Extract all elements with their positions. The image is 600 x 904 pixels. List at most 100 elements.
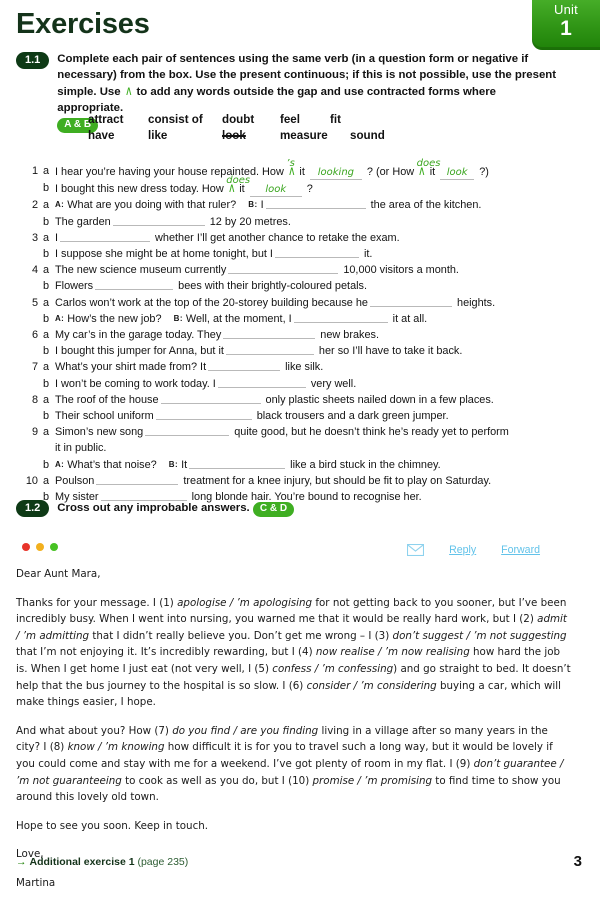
question-letter: a (43, 426, 50, 439)
question-list: 1aI hear you’re having your house repain… (16, 158, 584, 505)
question-text: I bought this jumper for Anna, but it he… (55, 343, 584, 359)
question-text: What’s your shirt made from? It like sil… (55, 359, 584, 375)
answer-gap[interactable] (60, 231, 151, 242)
sentence-text (157, 459, 169, 471)
email-body: Dear Aunt Mara, Thanks for your message.… (16, 566, 572, 892)
maximize-window-icon[interactable] (50, 543, 58, 551)
question-text: A: What’s that noise? B: It like a bird … (55, 457, 584, 473)
email-option-pair[interactable]: know / ’m knowing (68, 741, 165, 753)
question-number: 3 (31, 231, 38, 244)
email-window: Reply Forward Dear Aunt Mara, Thanks for… (16, 532, 578, 904)
sentence-text: What are you doing with that ruler? (67, 199, 237, 212)
sentence-text: quite good, but he doesn’t think he’s re… (231, 426, 509, 439)
answer-gap[interactable] (293, 312, 388, 323)
question-letter: a (43, 199, 50, 212)
email-option-pair[interactable]: confess / ’m confessing (272, 663, 393, 675)
word-item: have (88, 129, 115, 142)
question-letter: b (43, 377, 50, 390)
sentence-text: it in public. (55, 442, 107, 455)
email-window-titlebar: Reply Forward (16, 532, 578, 562)
question-row: 10 a Poulson treatment for a knee injury, … (16, 473, 584, 489)
answer-gap[interactable] (223, 328, 316, 340)
question-row: b The garden 12 by 20 metres. (16, 214, 584, 230)
question-letter: a (43, 329, 50, 342)
email-option-pair[interactable]: now realise / ’m now realising (316, 646, 470, 658)
additional-exercise-link[interactable]: → Additional exercise 1 (page 235) (16, 856, 582, 868)
sentence-text: like silk. (282, 361, 324, 374)
question-number: 1 (31, 165, 38, 177)
handwritten-answer[interactable]: look (440, 167, 475, 180)
reply-link[interactable]: Reply (449, 544, 476, 556)
answer-gap[interactable] (217, 377, 306, 388)
answer-gap[interactable] (112, 215, 205, 226)
answer-gap[interactable] (369, 296, 452, 307)
question-text: A: How’s the new job? B: Well, at the mo… (55, 311, 584, 327)
question-letter: b (43, 345, 50, 358)
exercise-number-badge: 1.2 (16, 500, 50, 517)
sentence-text: ? (or How (363, 166, 418, 178)
sentence-text (236, 199, 248, 211)
question-letter: b (43, 312, 50, 325)
email-option-pair[interactable]: apologise / ’m apologising (177, 597, 312, 609)
sentence-text: It (181, 458, 188, 471)
answer-gap[interactable] (274, 247, 359, 259)
answer-gap[interactable] (160, 393, 261, 404)
answer-gap[interactable] (228, 263, 339, 275)
sentence-text: I (260, 199, 264, 212)
sentence-text: How’s the new job? (67, 312, 162, 325)
page-footer: → Additional exercise 1 (page 235) 3 (16, 853, 582, 870)
answer-gap[interactable] (208, 360, 281, 372)
question-text: A: What are you doing with that ruler? B… (55, 197, 584, 213)
speaker-label: B: (173, 313, 183, 323)
sentence-text (162, 313, 174, 325)
question-text: I suppose she might be at home tonight, … (55, 246, 584, 262)
question-letter: b (43, 182, 50, 195)
answer-gap[interactable] (96, 474, 179, 485)
sentence-text: new brakes. (317, 329, 380, 342)
question-text: Simon’s new song quite good, but he does… (55, 424, 584, 440)
forward-link[interactable]: Forward (501, 544, 540, 556)
sentence-text: Well, at the moment, I (185, 312, 292, 325)
email-option-pair[interactable]: do you find / are you finding (172, 725, 318, 737)
question-letter: b (43, 280, 50, 293)
speaker-label: A: (55, 459, 65, 469)
sentence-text: 12 by 20 metres. (206, 215, 291, 228)
question-number: 2 (31, 199, 38, 212)
question-text: The new science museum currently 10,000 … (55, 262, 584, 278)
speaker-label: B: (248, 200, 258, 210)
page-title: Exercises (16, 8, 150, 40)
question-row: 8 a The roof of the house only plastic she… (16, 392, 584, 408)
question-text: The roof of the house only plastic sheet… (55, 392, 584, 408)
question-letter: a (43, 264, 50, 277)
email-option-pair[interactable]: promise / ’m promising (313, 775, 433, 787)
sentence-text: My car’s in the garage today. They (55, 329, 222, 342)
sentence-text: 10,000 visitors a month. (340, 264, 459, 277)
answer-gap[interactable] (95, 279, 174, 291)
email-paragraph-1: Thanks for your message. I (1) apologise… (16, 595, 572, 711)
minimize-window-icon[interactable] (36, 543, 44, 551)
sentence-text: very well. (307, 377, 357, 390)
handwritten-text: does (416, 157, 441, 169)
answer-gap[interactable] (225, 344, 314, 356)
question-row: b I bought this new dress today. How ∧ doe… (16, 175, 584, 198)
sentence-text: it (296, 166, 308, 178)
speaker-label: B: (168, 459, 179, 469)
sentence-text: What’s your shirt made from? It (55, 361, 207, 374)
additional-exercise-page-ref: (page 235) (137, 856, 189, 868)
sentence-text: What’s that noise? (67, 458, 157, 471)
answer-gap[interactable] (155, 409, 252, 421)
word-item: sound (350, 129, 385, 142)
sentence-text: only plastic sheets nailed down in a few… (262, 393, 494, 406)
question-number: 7 (31, 361, 38, 374)
handwritten-text: ’s (286, 157, 295, 169)
sentence-text: I (55, 231, 59, 244)
handwritten-answer[interactable]: look (249, 184, 302, 198)
close-window-icon[interactable] (22, 543, 30, 551)
answer-gap[interactable] (145, 425, 230, 437)
unit-number: 1 (560, 17, 572, 40)
email-option-pair[interactable]: don’t suggest / ’m not suggesting (393, 630, 567, 642)
answer-gap[interactable] (189, 458, 286, 469)
handwritten-answer[interactable]: looking (309, 167, 362, 180)
email-option-pair[interactable]: consider / ’m considering (307, 680, 437, 692)
answer-gap[interactable] (265, 198, 366, 210)
